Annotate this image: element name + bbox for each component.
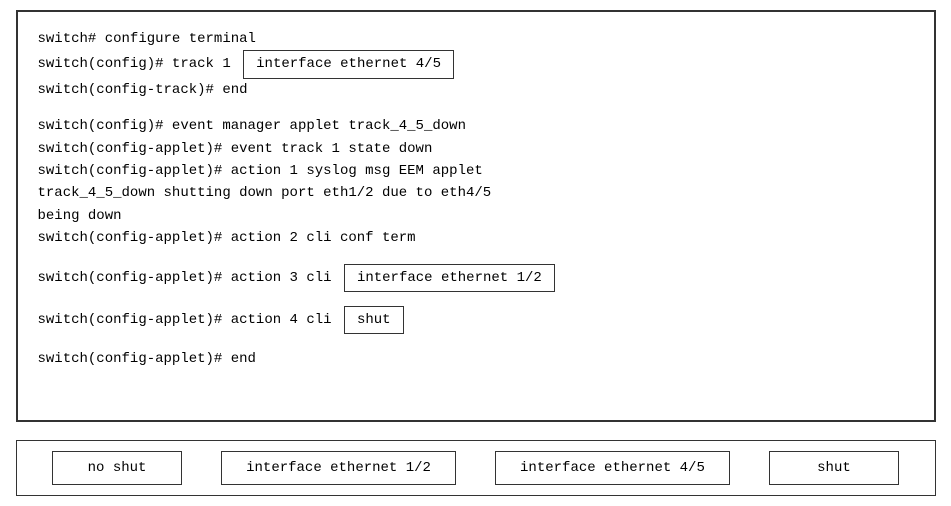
terminal-line-11: switch(config-applet)# action 4 cli shut xyxy=(38,306,914,334)
terminal-line-5: switch(config-applet)# event track 1 sta… xyxy=(38,138,914,160)
terminal-line-12: switch(config-applet)# end xyxy=(38,348,914,370)
line-text-3: switch(config-track)# end xyxy=(38,79,248,101)
line-text-4: switch(config)# event manager applet tra… xyxy=(38,115,466,137)
line-text-5: switch(config-applet)# event track 1 sta… xyxy=(38,138,433,160)
bottom-options-bar: no shut interface ethernet 1/2 interface… xyxy=(16,440,936,496)
terminal-line-10: switch(config-applet)# action 3 cli inte… xyxy=(38,264,914,292)
line-text-11: switch(config-applet)# action 4 cli xyxy=(38,309,340,331)
terminal-line-8: being down xyxy=(38,205,914,227)
line-text-10: switch(config-applet)# action 3 cli xyxy=(38,267,340,289)
line-text-2: switch(config)# track 1 xyxy=(38,53,240,75)
option-btn-interface-eth-4-5[interactable]: interface ethernet 4/5 xyxy=(495,451,730,485)
option-btn-shut[interactable]: shut xyxy=(769,451,899,485)
line-text-8: being down xyxy=(38,205,122,227)
line-text-1: switch# configure terminal xyxy=(38,28,256,50)
spacer-1 xyxy=(38,101,914,115)
line-text-9: switch(config-applet)# action 2 cli conf… xyxy=(38,227,416,249)
inline-box-action3[interactable]: interface ethernet 1/2 xyxy=(344,264,555,292)
terminal-line-6: switch(config-applet)# action 1 syslog m… xyxy=(38,160,914,182)
terminal-line-2: switch(config)# track 1 interface ethern… xyxy=(38,50,914,78)
line-text-6: switch(config-applet)# action 1 syslog m… xyxy=(38,160,483,182)
line-text-7: track_4_5_down shutting down port eth1/2… xyxy=(38,182,492,204)
terminal-window: switch# configure terminal switch(config… xyxy=(16,10,936,422)
terminal-line-7: track_4_5_down shutting down port eth1/2… xyxy=(38,182,914,204)
terminal-line-3: switch(config-track)# end xyxy=(38,79,914,101)
spacer-4 xyxy=(38,334,914,348)
spacer-2 xyxy=(38,250,914,264)
option-btn-no-shut[interactable]: no shut xyxy=(52,451,182,485)
terminal-line-1: switch# configure terminal xyxy=(38,28,914,50)
line-text-12: switch(config-applet)# end xyxy=(38,348,256,370)
terminal-line-9: switch(config-applet)# action 2 cli conf… xyxy=(38,227,914,249)
option-btn-interface-eth-1-2[interactable]: interface ethernet 1/2 xyxy=(221,451,456,485)
spacer-3 xyxy=(38,292,914,306)
terminal-line-4: switch(config)# event manager applet tra… xyxy=(38,115,914,137)
inline-box-track1[interactable]: interface ethernet 4/5 xyxy=(243,50,454,78)
inline-box-action4[interactable]: shut xyxy=(344,306,404,334)
